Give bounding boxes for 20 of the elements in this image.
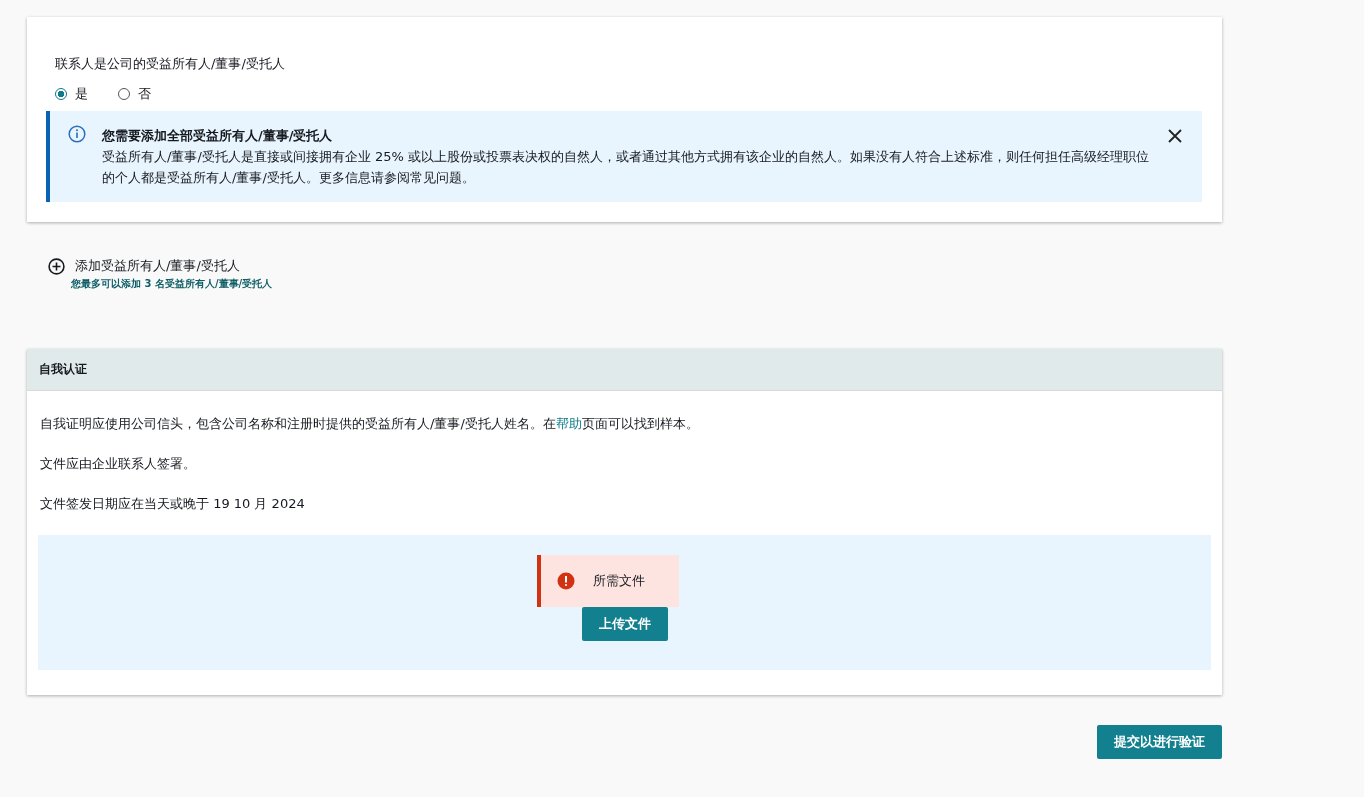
radio-icon[interactable] bbox=[55, 88, 67, 100]
upload-button[interactable]: 上传文件 bbox=[581, 607, 668, 641]
instruction-text: 自我证明应使用公司信头，包含公司名称和注册时提供的受益所有人/董事/受托人姓名。在帮助页面可以找到样本。 bbox=[40, 415, 700, 433]
add-limit-hint: 您最多可以添加 3 名受益所有人/董事/受托人 bbox=[71, 277, 274, 291]
alert-title: 您需要添加全部受益所有人/董事/受托人 bbox=[102, 127, 334, 145]
radio-option[interactable]: 否 bbox=[118, 85, 151, 103]
error-icon bbox=[557, 572, 575, 590]
add-owner-link[interactable]: 添加受益所有人/董事/受托人 bbox=[75, 257, 240, 275]
add-icon[interactable] bbox=[48, 257, 65, 275]
help-link[interactable]: 帮助 bbox=[555, 416, 582, 431]
info-icon bbox=[68, 125, 86, 143]
alert-body: 受益所有人/董事/受托人是直接或间接拥有企业 25% 或以上股份或投票表决权的自然人，或者通过其他方式拥有该企业的自然人。如果没有人符合上述标准，则任何担任高级经理职位的个人都是受益所有人/董事/受托人。更多信息请参阅常见问题。 bbox=[102, 148, 1150, 187]
question-label: 联系人是公司的受益所有人/董事/受托人 bbox=[55, 55, 286, 73]
radio-option[interactable]: 是 bbox=[55, 85, 88, 103]
error-message: 所需文件 bbox=[537, 555, 679, 607]
section-header: 自我认证 bbox=[27, 349, 1222, 391]
signature-note: 文件应由企业联系人签署。 bbox=[40, 455, 197, 473]
close-button[interactable] bbox=[1168, 129, 1182, 145]
date-note: 文件签发日期应在当天或晚于 19 10 月 2024 bbox=[40, 495, 306, 513]
submit-button[interactable]: 提交以进行验证 bbox=[1097, 725, 1222, 759]
